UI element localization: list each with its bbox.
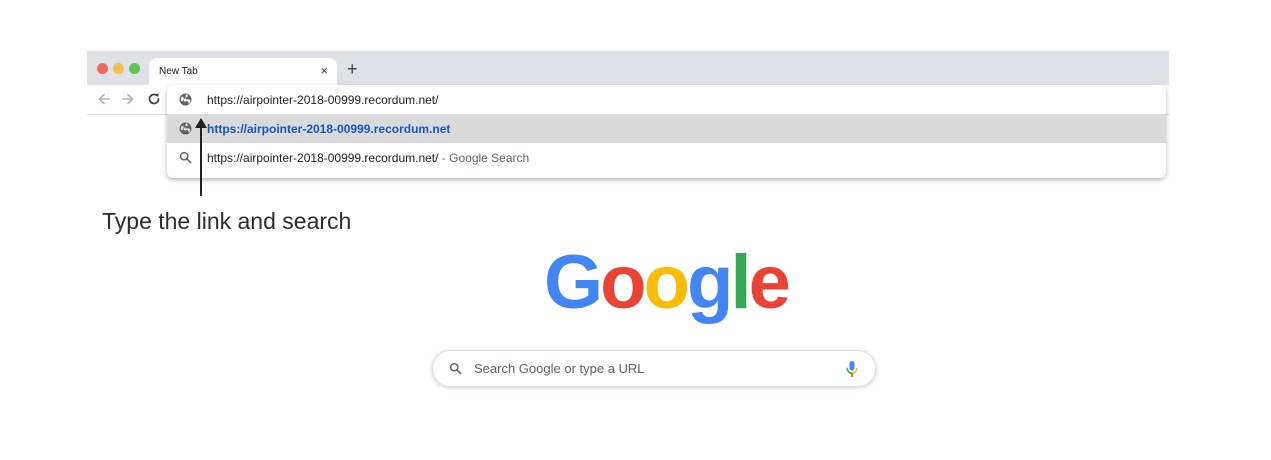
suggestion-search[interactable]: https://airpointer-2018-00999.recordum.n… <box>167 143 1166 172</box>
logo-letter-l: l <box>730 240 751 325</box>
ntp-search-box[interactable]: Search Google or type a URL <box>432 350 876 387</box>
address-bar[interactable]: https://airpointer-2018-00999.recordum.n… <box>167 85 1166 114</box>
zoom-window-button[interactable] <box>129 63 140 74</box>
annotation-arrow <box>200 124 202 196</box>
logo-letter-g: G <box>544 240 603 325</box>
search-icon <box>179 151 192 164</box>
suggestion-url[interactable]: https://airpointer-2018-00999.recordum.n… <box>167 114 1166 143</box>
globe-icon <box>179 93 192 106</box>
minimize-window-button[interactable] <box>113 63 124 74</box>
address-bar-url[interactable]: https://airpointer-2018-00999.recordum.n… <box>207 93 438 107</box>
tab-title: New Tab <box>159 66 198 77</box>
tab-strip: New Tab × + <box>87 51 1169 85</box>
reload-icon[interactable] <box>146 91 162 107</box>
close-window-button[interactable] <box>97 63 108 74</box>
logo-letter-e: e <box>748 240 791 325</box>
globe-icon <box>179 122 192 135</box>
logo-letter-g2: g <box>687 240 733 325</box>
microphone-icon[interactable] <box>845 360 859 378</box>
search-icon <box>449 362 462 375</box>
forward-arrow-icon[interactable] <box>120 91 136 107</box>
tab-new-tab[interactable]: New Tab × <box>149 58 337 85</box>
omnibox-dropdown: https://airpointer-2018-00999.recordum.n… <box>167 85 1166 178</box>
tab-close-icon[interactable]: × <box>320 63 328 79</box>
suggestion-search-suffix: - Google Search <box>438 151 530 165</box>
suggestion-url-text: https://airpointer-2018-00999.recordum.n… <box>207 122 451 136</box>
back-arrow-icon[interactable] <box>96 91 112 107</box>
suggestion-search-label: https://airpointer-2018-00999.recordum.n… <box>207 151 529 165</box>
logo-letter-o1: o <box>600 240 646 325</box>
suggestion-search-text: https://airpointer-2018-00999.recordum.n… <box>207 151 439 165</box>
new-tab-button[interactable]: + <box>347 59 358 79</box>
google-logo: Google <box>544 240 791 326</box>
annotation-label: Type the link and search <box>102 208 352 234</box>
search-placeholder[interactable]: Search Google or type a URL <box>474 361 645 376</box>
logo-letter-o2: o <box>643 240 690 325</box>
